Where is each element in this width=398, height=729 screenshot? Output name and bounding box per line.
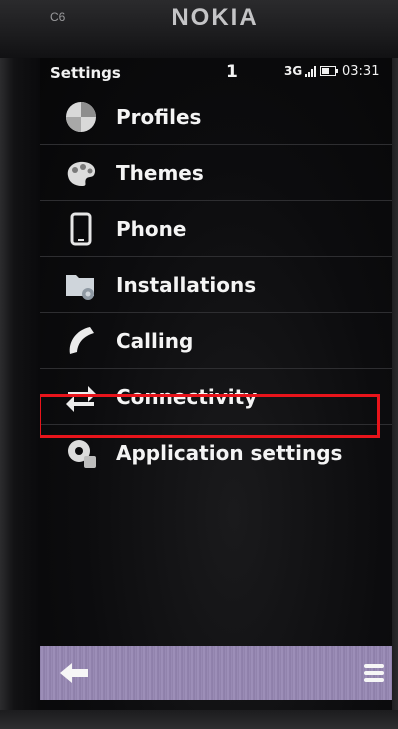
calling-icon bbox=[69, 327, 94, 354]
device-brand-logo: NOKIA bbox=[171, 4, 259, 31]
menu-item-installations[interactable]: Installations bbox=[40, 256, 392, 313]
menu-item-label: Themes bbox=[116, 161, 204, 185]
menu-item-label: Installations bbox=[116, 273, 257, 297]
themes-icon bbox=[67, 161, 96, 186]
options-menu-icon[interactable] bbox=[362, 662, 386, 684]
phone-screen: Settings 1 3G 03:31 Profiles Themes Phon… bbox=[40, 58, 392, 710]
phone-photo: C6 NOKIA Settings 1 3G 03:31 Profiles Th… bbox=[0, 0, 398, 729]
menu-item-label: Calling bbox=[116, 329, 194, 353]
menu-item-calling[interactable]: Calling bbox=[40, 312, 392, 369]
selection-highlight-box bbox=[40, 394, 380, 438]
network-type: 3G bbox=[284, 64, 303, 78]
phone-bezel-bottom bbox=[0, 710, 398, 729]
battery-icon bbox=[320, 66, 338, 76]
phone-icon bbox=[70, 212, 92, 246]
bottom-toolbar bbox=[40, 646, 392, 700]
back-arrow-icon[interactable] bbox=[58, 660, 92, 686]
signal-strength-icon bbox=[305, 66, 316, 77]
menu-item-label: Application settings bbox=[116, 441, 343, 465]
menu-item-phone[interactable]: Phone bbox=[40, 200, 392, 257]
status-bar: Settings 1 3G 03:31 bbox=[40, 58, 392, 88]
profiles-icon bbox=[66, 102, 96, 132]
device-model-label: C6 bbox=[50, 10, 66, 24]
phone-bezel-top: C6 NOKIA bbox=[0, 0, 398, 58]
screen-title: Settings bbox=[50, 64, 121, 82]
menu-item-label: Profiles bbox=[116, 105, 202, 129]
clock-time: 03:31 bbox=[342, 64, 380, 79]
installations-icon bbox=[66, 275, 94, 300]
menu-item-themes[interactable]: Themes bbox=[40, 144, 392, 201]
menu-item-label: Phone bbox=[116, 217, 187, 241]
application-settings-icon bbox=[68, 440, 96, 468]
menu-item-profiles[interactable]: Profiles bbox=[40, 88, 392, 145]
notification-count: 1 bbox=[226, 62, 238, 82]
